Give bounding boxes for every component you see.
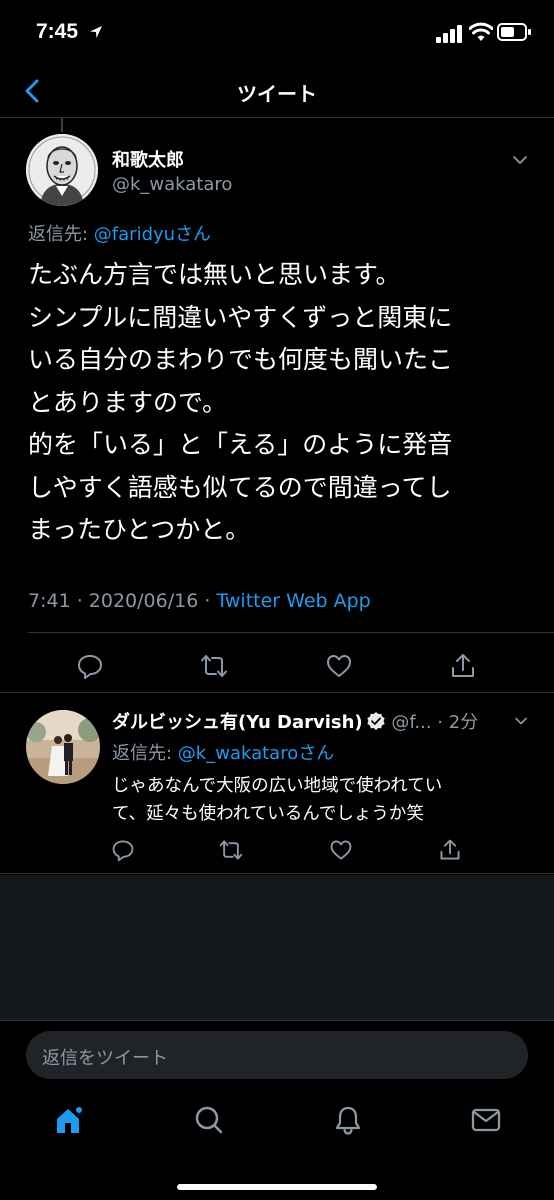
- reply-compose-input[interactable]: 返信をツイート: [26, 1031, 528, 1079]
- reply-icon[interactable]: [76, 652, 104, 680]
- avatar[interactable]: [26, 134, 98, 206]
- chevron-down-icon[interactable]: [512, 712, 530, 730]
- caricature-avatar-image: [26, 134, 98, 206]
- reply-author-handle[interactable]: @f...: [386, 712, 431, 733]
- main-tweet: 和歌太郎 @k_wakataro 返信先: @faridyuさん たぶん方言では…: [0, 118, 554, 693]
- tweet-text-line: しやすく語感も似てるので間違ってし: [28, 472, 452, 502]
- location-arrow-icon: [90, 26, 102, 38]
- navigation-bar: ツイート: [0, 66, 554, 118]
- reply-text-line: て、延々も使われているんでしょうか笑: [112, 804, 424, 824]
- avatar[interactable]: [26, 710, 100, 784]
- tweet-text-line: シンプルに間違いやすくずっと関東に: [28, 302, 453, 332]
- tab-bar: [0, 1088, 554, 1200]
- reply-to-label: 返信先:: [28, 224, 94, 245]
- tweet-timestamp: 7:41 · 2020/06/16 ·: [28, 590, 217, 612]
- tweet-text-line: いる自分のまわりでも何度も聞いたこ: [28, 345, 454, 374]
- reply-time-ago: · 2分: [431, 712, 479, 733]
- tweet-text-line: 的を「いる」と「える」のように発音: [28, 430, 453, 459]
- tweet-meta: 7:41 · 2020/06/16 · Twitter Web App: [28, 590, 371, 612]
- compose-bar: 返信をツイート: [0, 1020, 554, 1088]
- reply-to-mention[interactable]: @k_wakataroさん: [178, 743, 334, 764]
- status-time: 7:45: [36, 20, 79, 43]
- wedding-photo-avatar-image: [26, 710, 100, 784]
- share-icon[interactable]: [449, 652, 477, 680]
- verified-badge-icon: [366, 712, 385, 730]
- messages-mail-icon[interactable]: [470, 1104, 502, 1136]
- cellular-signal-icon: [436, 25, 462, 43]
- reply-to-label: 返信先:: [112, 743, 178, 764]
- status-bar: 7:45: [0, 0, 554, 66]
- reply-tweet[interactable]: ダルビッシュ有(Yu Darvish) @f... · 2分 返信先: @k_w…: [0, 694, 554, 874]
- search-icon[interactable]: [193, 1104, 225, 1136]
- reply-author-name[interactable]: ダルビッシュ有(Yu Darvish): [112, 712, 363, 733]
- tweet-text-line: とありますので。: [28, 387, 228, 417]
- reply-to-mention[interactable]: @faridyuさん: [94, 224, 211, 245]
- chevron-down-icon[interactable]: [510, 150, 530, 170]
- author-handle[interactable]: @k_wakataro: [112, 174, 232, 195]
- home-indicator: [177, 1184, 377, 1190]
- tweet-source-app[interactable]: Twitter Web App: [216, 590, 370, 612]
- reply-to-line: 返信先: @k_wakataroさん: [112, 739, 334, 765]
- reply-header: ダルビッシュ有(Yu Darvish) @f... · 2分: [112, 708, 478, 734]
- reply-actions: [0, 836, 554, 866]
- divider: [28, 632, 554, 633]
- page-title: ツイート: [237, 82, 317, 106]
- share-icon[interactable]: [438, 838, 462, 862]
- tweet-text-line: まったひとつかと。: [28, 515, 251, 544]
- like-icon[interactable]: [329, 838, 353, 862]
- tweet-actions: [0, 646, 554, 686]
- tweet-text-line: たぶん方言では無いと思います。: [28, 260, 401, 289]
- author-name[interactable]: 和歌太郎: [112, 146, 184, 172]
- battery-icon: [497, 23, 531, 41]
- empty-timeline-area: [0, 875, 554, 1020]
- reply-text: じゃあなんで大阪の広い地域で使われてい て、延々も使われているんでしょうか笑: [112, 772, 442, 828]
- reply-text-line: じゃあなんで大阪の広い地域で使われてい: [112, 776, 443, 796]
- like-icon[interactable]: [325, 652, 353, 680]
- wifi-icon: [469, 22, 493, 41]
- notifications-bell-icon[interactable]: [332, 1104, 364, 1136]
- reply-to-line: 返信先: @faridyuさん: [28, 220, 211, 246]
- reply-icon[interactable]: [111, 838, 135, 862]
- retweet-icon[interactable]: [219, 838, 243, 862]
- home-icon[interactable]: [54, 1104, 86, 1136]
- tweet-text: たぶん方言では無いと思います。 シンプルに間違いやすくずっと関東に いる自分のま…: [28, 254, 528, 552]
- retweet-icon[interactable]: [200, 652, 228, 680]
